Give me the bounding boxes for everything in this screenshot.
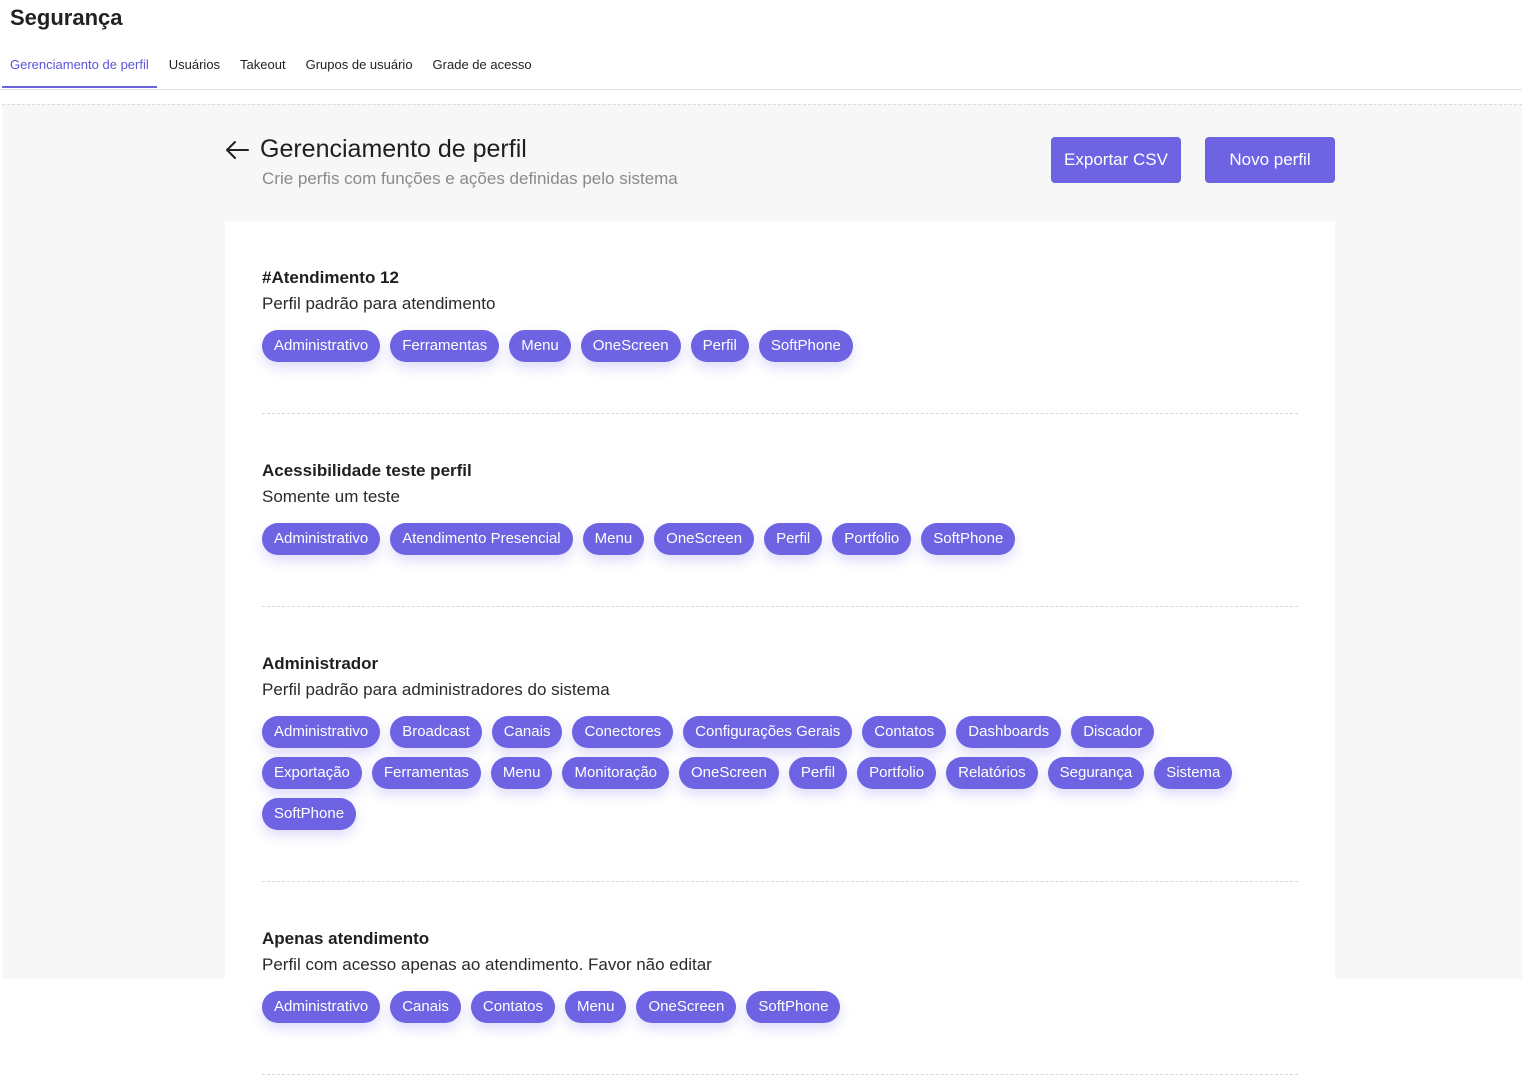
tag-chip: OneScreen bbox=[580, 330, 681, 362]
tag-chip: Portfolio bbox=[832, 523, 912, 555]
tag-chip: OneScreen bbox=[654, 523, 755, 555]
tab-grupos-de-usuario[interactable]: Grupos de usuário bbox=[298, 48, 421, 88]
profile-item[interactable]: Administrador Perfil padrão para administ… bbox=[262, 607, 1298, 882]
profile-item[interactable]: #Atendimento 12 Perfil padrão para atendi… bbox=[262, 221, 1298, 414]
tag-chip: Segurança bbox=[1047, 757, 1145, 789]
tag-chip: OneScreen bbox=[679, 757, 779, 789]
profile-description: Perfil padrão para administradores do si… bbox=[262, 680, 610, 699]
profile-tags: Administrativo Broadcast Canais Conectores C… bbox=[262, 716, 1262, 839]
profile-description: Somente um teste bbox=[262, 487, 400, 506]
tag-chip: Discador bbox=[1071, 716, 1155, 748]
main-content: Gerenciamento de perfil Crie perfis com … bbox=[2, 104, 1522, 1075]
tag-chip: Dashboards bbox=[956, 716, 1062, 748]
tag-chip: SoftPhone bbox=[758, 330, 853, 362]
tab-gerenciamento-de-perfil[interactable]: Gerenciamento de perfil bbox=[2, 48, 157, 88]
profile-name: Acessibilidade teste perfil bbox=[262, 461, 472, 480]
profile-tags: Administrativo Atendimento Presencial Menu… bbox=[262, 523, 1262, 564]
tag-chip: Exportação bbox=[262, 757, 362, 789]
tag-chip: Menu bbox=[582, 523, 645, 555]
tag-chip: Perfil bbox=[788, 757, 848, 789]
tag-chip: Administrativo bbox=[262, 330, 381, 362]
export-csv-button[interactable]: Exportar CSV bbox=[1051, 137, 1181, 183]
tag-chip: Ferramentas bbox=[390, 330, 500, 362]
profile-name: Administrador bbox=[262, 654, 379, 673]
tag-chip: Contatos bbox=[862, 716, 947, 748]
tag-chip: SoftPhone bbox=[921, 523, 1016, 555]
top-bar: Segurança Gerenciamento de perfil Usuári… bbox=[0, 0, 1522, 90]
tag-chip: Monitoração bbox=[562, 757, 669, 789]
tag-chip: Administrativo bbox=[262, 523, 381, 555]
tag-chip: Administrativo bbox=[262, 991, 381, 1023]
profile-name: #Atendimento 12 bbox=[262, 268, 399, 287]
tag-chip: SoftPhone bbox=[746, 991, 841, 1023]
tag-chip: Portfolio bbox=[857, 757, 937, 789]
tag-chip: Contatos bbox=[470, 991, 555, 1023]
tag-chip: Sistema bbox=[1154, 757, 1233, 789]
tag-chip: Relatórios bbox=[946, 757, 1038, 789]
tag-chip: Broadcast bbox=[390, 716, 482, 748]
tag-chip: Conectores bbox=[572, 716, 674, 748]
tag-chip: Canais bbox=[390, 991, 461, 1023]
page-title: Gerenciamento de perfil bbox=[260, 135, 527, 163]
tag-chip: Menu bbox=[509, 330, 571, 362]
profile-tags: Administrativo Ferramentas Menu OneScreen Pe… bbox=[262, 330, 1262, 371]
profile-item[interactable]: Apenas atendimento Perfil com acesso apen… bbox=[262, 882, 1298, 1075]
profile-list: #Atendimento 12 Perfil padrão para atendi… bbox=[225, 221, 1335, 1075]
tag-chip: Configurações Gerais bbox=[683, 716, 853, 748]
page-header: Gerenciamento de perfil Crie perfis com … bbox=[224, 135, 1336, 195]
tag-chip: OneScreen bbox=[636, 991, 737, 1023]
tag-chip: SoftPhone bbox=[262, 798, 357, 830]
profile-description: Perfil padrão para atendimento bbox=[262, 294, 496, 313]
tag-chip: Menu bbox=[564, 991, 627, 1023]
profile-tags: Administrativo Canais Contatos Menu OneScree… bbox=[262, 991, 1262, 1032]
tag-chip: Atendimento Presencial bbox=[390, 523, 573, 555]
profile-item[interactable]: Acessibilidade teste perfil Somente um te… bbox=[262, 414, 1298, 607]
app-title: Segurança bbox=[10, 5, 123, 30]
tag-chip: Ferramentas bbox=[371, 757, 481, 789]
profile-description: Perfil com acesso apenas ao atendimento.… bbox=[262, 955, 712, 974]
tag-chip: Perfil bbox=[764, 523, 823, 555]
tab-takeout[interactable]: Takeout bbox=[232, 48, 294, 88]
tag-chip: Menu bbox=[490, 757, 553, 789]
tab-grade-de-acesso[interactable]: Grade de acesso bbox=[425, 48, 540, 88]
arrow-left-icon[interactable] bbox=[224, 137, 250, 163]
tab-usuarios[interactable]: Usuários bbox=[161, 48, 228, 88]
tab-bar: Gerenciamento de perfil Usuários Takeout… bbox=[2, 48, 544, 88]
tag-chip: Canais bbox=[491, 716, 563, 748]
profile-name: Apenas atendimento bbox=[262, 929, 430, 948]
tag-chip: Administrativo bbox=[262, 716, 381, 748]
tag-chip: Perfil bbox=[690, 330, 749, 362]
new-profile-button[interactable]: Novo perfil bbox=[1205, 137, 1335, 183]
page-subtitle: Crie perfis com funções e ações definida… bbox=[262, 169, 678, 188]
